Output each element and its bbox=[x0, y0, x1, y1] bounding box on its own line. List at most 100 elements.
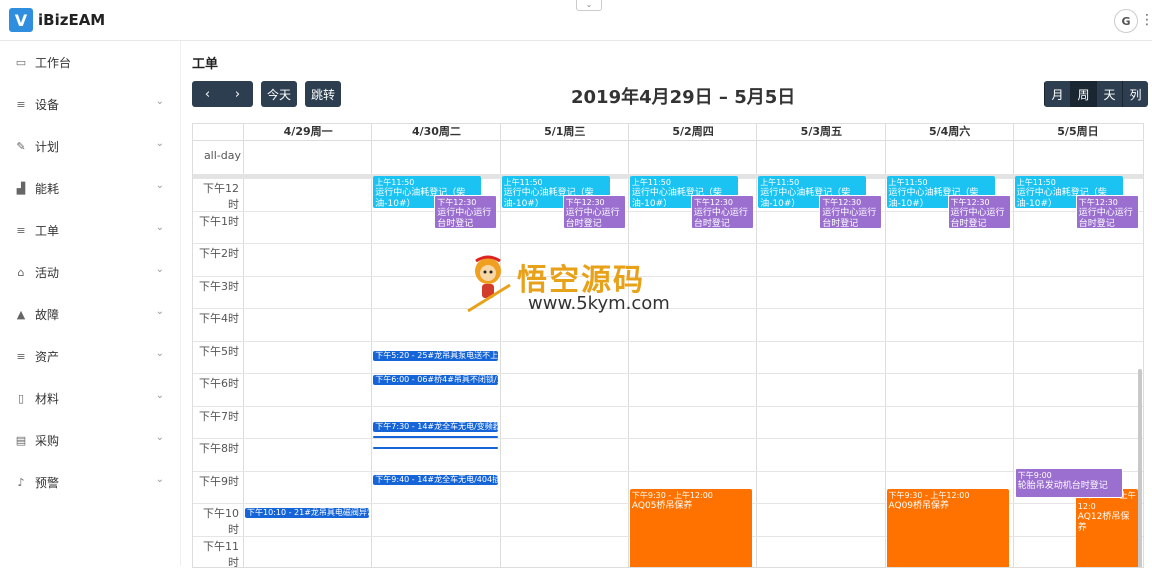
sidebar-item-label: 计划 bbox=[35, 138, 59, 155]
sidebar-item-4[interactable]: ≡工单⌄ bbox=[0, 209, 180, 251]
chevron-down-icon: ⌄ bbox=[156, 180, 164, 191]
app-logo[interactable]: V iBizEAM bbox=[9, 8, 105, 32]
view-button-1[interactable]: 周 bbox=[1070, 81, 1096, 107]
event-time: 下午12:30 bbox=[1079, 197, 1136, 208]
sidebar: ▭工作台≡设备⌄✎计划⌄▟能耗⌄≡工单⌄⌂活动⌄▲故障⌄≡资产⌄▯材料⌄▤采购⌄… bbox=[0, 41, 181, 566]
sidebar-item-1[interactable]: ≡设备⌄ bbox=[0, 83, 180, 125]
watermark: 悟空源码 www.5kym.com bbox=[462, 255, 692, 315]
calendar-event[interactable]: 下午7:30 - 14#龙全车无电/变频器故 bbox=[373, 422, 497, 432]
view-switcher: 月周天列 bbox=[1044, 81, 1148, 107]
next-week-button[interactable]: › bbox=[223, 87, 253, 102]
calendar-event[interactable]: 下午6:00 - 06#桥4#吊具不闭锁/更换 bbox=[373, 375, 497, 385]
allday-cell[interactable] bbox=[500, 141, 629, 174]
event-time: 下午12:30 bbox=[566, 197, 623, 208]
hour-label: 下午10时 bbox=[193, 505, 239, 537]
bell-icon: ♪ bbox=[14, 476, 28, 489]
hour-label: 下午12时 bbox=[193, 180, 239, 212]
event-time: 下午9:00 bbox=[1018, 470, 1120, 481]
list-icon: ≡ bbox=[14, 98, 28, 111]
day-header[interactable]: 5/1周三 bbox=[500, 124, 629, 140]
event-time: 下午12:30 bbox=[822, 197, 879, 208]
day-header[interactable]: 5/3周五 bbox=[756, 124, 885, 140]
hour-label: 下午7时 bbox=[193, 408, 239, 424]
calendar-event[interactable]: 下午9:30 - 上午12:00AQ05桥吊保养 bbox=[630, 489, 752, 568]
event-time: 下午9:30 - 上午12:00 bbox=[632, 490, 750, 501]
allday-cell[interactable] bbox=[885, 141, 1014, 174]
sidebar-item-5[interactable]: ⌂活动⌄ bbox=[0, 251, 180, 293]
sidebar-item-10[interactable]: ♪预警⌄ bbox=[0, 461, 180, 503]
allday-cell[interactable] bbox=[628, 141, 757, 174]
chevron-down-icon: ⌄ bbox=[156, 348, 164, 359]
more-menu-icon[interactable]: ⋮ bbox=[1140, 10, 1152, 30]
book-icon: ▤ bbox=[14, 434, 28, 447]
sidebar-item-8[interactable]: ▯材料⌄ bbox=[0, 377, 180, 419]
sidebar-item-label: 资产 bbox=[35, 348, 59, 365]
hour-label: 下午8时 bbox=[193, 440, 239, 456]
view-button-3[interactable]: 列 bbox=[1122, 81, 1148, 107]
chevron-down-icon: ⌄ bbox=[156, 474, 164, 485]
warning-icon: ▲ bbox=[14, 308, 28, 321]
collapse-header-toggle[interactable]: ⌄ bbox=[576, 0, 602, 11]
calendar-event[interactable]: 下午12:30运行中心运行台时登记 bbox=[948, 195, 1011, 229]
event-title: 运行中心运行台时登记 bbox=[951, 208, 1005, 229]
time-grid: 下午12时下午1时下午2时下午3时下午4时下午5时下午6时下午7时下午8时下午9… bbox=[193, 178, 1143, 568]
sidebar-item-label: 能耗 bbox=[35, 180, 59, 197]
calendar-event[interactable]: 下午9:00轮胎吊发动机台时登记 bbox=[1015, 468, 1123, 498]
sidebar-item-9[interactable]: ▤采购⌄ bbox=[0, 419, 180, 461]
event-continuation-bar[interactable] bbox=[373, 447, 497, 449]
sidebar-item-3[interactable]: ▟ 能耗 ⌄ bbox=[0, 167, 180, 209]
prev-week-button[interactable]: ‹ bbox=[193, 87, 223, 102]
calendar-event[interactable]: 下午10:10 - 21#龙吊具电磁阀异常 bbox=[245, 508, 369, 518]
list-icon: ≡ bbox=[14, 350, 28, 363]
hour-label: 下午5时 bbox=[193, 343, 239, 359]
allday-cell[interactable] bbox=[243, 141, 372, 174]
sidebar-item-label: 材料 bbox=[35, 390, 59, 407]
calendar-scrollbar[interactable] bbox=[1138, 369, 1142, 568]
sidebar-item-0[interactable]: ▭工作台 bbox=[0, 41, 180, 83]
day-header[interactable]: 5/5周日 bbox=[1013, 124, 1142, 140]
jump-button[interactable]: 跳转 bbox=[305, 81, 341, 107]
calendar-event[interactable]: 下午12:30运行中心运行台时登记 bbox=[1076, 195, 1139, 229]
hour-line bbox=[193, 243, 1143, 244]
hour-label: 下午3时 bbox=[193, 278, 239, 294]
event-continuation-bar[interactable] bbox=[373, 436, 497, 438]
sidebar-item-7[interactable]: ≡ 资产 ⌄ bbox=[0, 335, 180, 377]
calendar-event[interactable]: 下午9:40 - 14#龙全车无电/404插销 bbox=[373, 475, 497, 485]
sidebar-item-label: 故障 bbox=[35, 306, 59, 323]
view-button-0[interactable]: 月 bbox=[1044, 81, 1070, 107]
day-header[interactable]: 5/2周四 bbox=[628, 124, 757, 140]
day-header[interactable]: 5/4周六 bbox=[885, 124, 1014, 140]
event-title: 运行中心运行台时登记 bbox=[566, 208, 620, 229]
sidebar-item-6[interactable]: ▲故障⌄ bbox=[0, 293, 180, 335]
avatar[interactable]: G bbox=[1114, 9, 1138, 33]
event-title: AQ09桥吊保养 bbox=[889, 501, 950, 511]
allday-cell[interactable] bbox=[371, 141, 500, 174]
sidebar-item-label: 采购 bbox=[35, 432, 59, 449]
allday-cell[interactable] bbox=[756, 141, 885, 174]
sidebar-item-2[interactable]: ✎计划⌄ bbox=[0, 125, 180, 167]
event-time: 上午11:50 bbox=[632, 177, 736, 188]
today-button[interactable]: 今天 bbox=[261, 81, 297, 107]
watermark-url: www.5kym.com bbox=[528, 293, 670, 314]
allday-cell[interactable] bbox=[1013, 141, 1142, 174]
calendar-event[interactable]: 下午9:30 - 上午12:00AQ09桥吊保养 bbox=[887, 489, 1009, 568]
sidebar-item-label: 设备 bbox=[35, 96, 59, 113]
chevron-down-icon: ⌄ bbox=[156, 138, 164, 149]
monkey-logo-icon bbox=[466, 255, 512, 313]
calendar-event[interactable]: 下午12:30运行中心运行台时登记 bbox=[434, 195, 497, 229]
calendar-event[interactable]: 下午12:30运行中心运行台时登记 bbox=[691, 195, 754, 229]
calendar-event[interactable]: 下午9:30 - 上午12:0AQ12桥吊保养 bbox=[1076, 489, 1138, 568]
calendar-event[interactable]: 下午12:30运行中心运行台时登记 bbox=[563, 195, 626, 229]
day-header[interactable]: 4/29周一 bbox=[243, 124, 372, 140]
week-calendar: 4/29周一4/30周二5/1周三5/2周四5/3周五5/4周六5/5周日 al… bbox=[192, 123, 1144, 568]
hour-label: 下午11时 bbox=[193, 538, 239, 568]
sidebar-item-label: 工作台 bbox=[35, 54, 71, 71]
view-button-2[interactable]: 天 bbox=[1096, 81, 1122, 107]
day-header[interactable]: 4/30周二 bbox=[371, 124, 500, 140]
calendar-event[interactable]: 下午12:30运行中心运行台时登记 bbox=[819, 195, 882, 229]
event-time: 下午9:30 - 上午12:00 bbox=[889, 490, 1007, 501]
calendar-event[interactable]: 下午5:20 - 25#龙吊具泵电送不上/小 bbox=[373, 351, 497, 361]
list-icon: ≡ bbox=[14, 224, 28, 237]
hour-line bbox=[193, 341, 1143, 342]
chart-icon: ▟ bbox=[14, 182, 28, 195]
